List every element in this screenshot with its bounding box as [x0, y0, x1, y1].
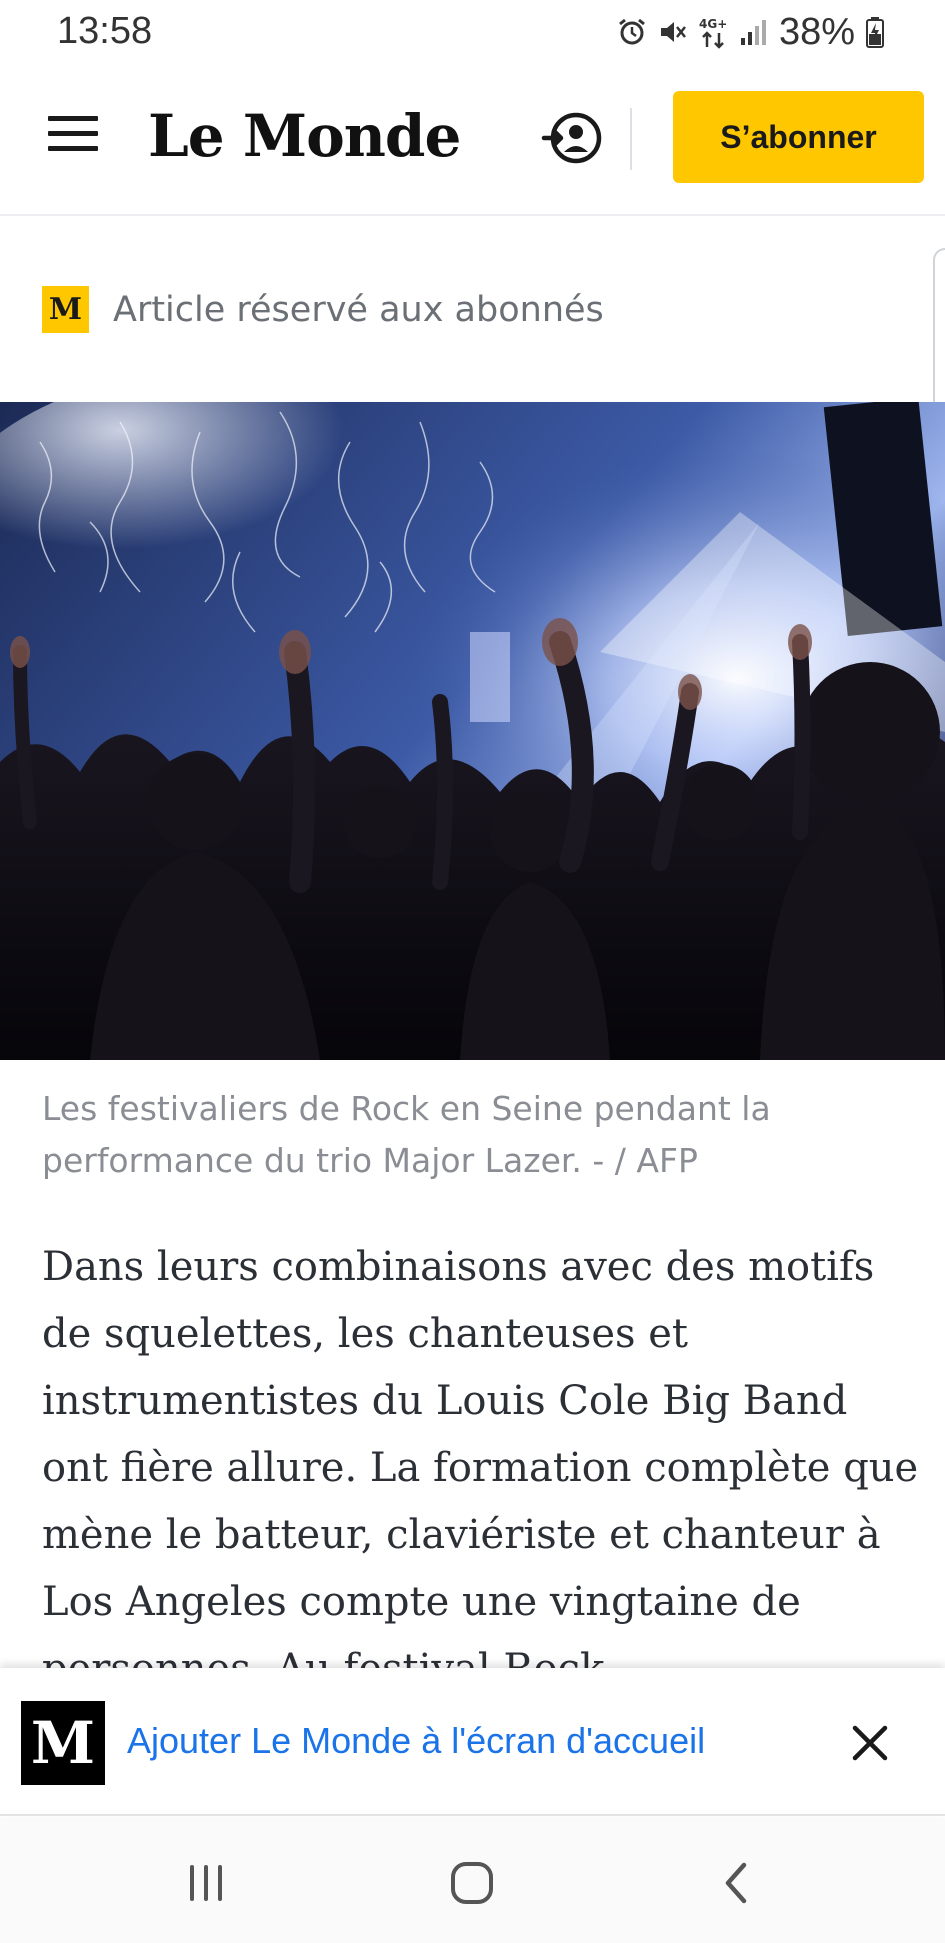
battery-icon [866, 17, 884, 48]
recent-apps-icon[interactable] [176, 1853, 236, 1913]
site-header: Le Monde S’abonner [0, 64, 945, 216]
status-bar: 13:58 4G+ 38% [0, 0, 945, 64]
status-icons: 4G+ 38% [617, 10, 885, 54]
header-divider [630, 108, 632, 170]
subscribe-button[interactable]: S’abonner [673, 91, 924, 183]
network-4g-icon: 4G+ [699, 17, 727, 49]
svg-text:4G+: 4G+ [699, 17, 727, 31]
subscriber-badge-icon: M [42, 286, 89, 333]
battery-percentage: 38% [778, 10, 855, 53]
brand-logo[interactable]: Le Monde [148, 102, 461, 170]
hamburger-menu-icon[interactable] [48, 116, 98, 156]
subscriber-only-label: Article réservé aux abonnés [113, 289, 604, 330]
subscriber-only-tag: M Article réservé aux abonnés [42, 286, 604, 333]
signal-icon [740, 20, 766, 45]
mute-icon [660, 22, 686, 42]
add-to-home-link[interactable]: Ajouter Le Monde à l'écran d'accueil [127, 1720, 705, 1762]
add-to-home-banner: M Ajouter Le Monde à l'écran d'accueil [0, 1668, 945, 1816]
back-icon[interactable] [706, 1853, 766, 1913]
system-nav-bar [0, 1818, 945, 1943]
account-login-icon[interactable] [540, 106, 604, 170]
article-hero-image [0, 402, 945, 1060]
alarm-icon [619, 18, 645, 45]
close-icon[interactable] [845, 1718, 895, 1768]
article-body-text: Dans leurs combinaisons avec des motifs … [42, 1244, 919, 1670]
image-caption: Les festivaliers de Rock en Seine pendan… [42, 1089, 771, 1180]
home-icon[interactable] [442, 1853, 502, 1913]
le-monde-app-logo: M [21, 1701, 105, 1785]
status-time: 13:58 [57, 10, 153, 52]
